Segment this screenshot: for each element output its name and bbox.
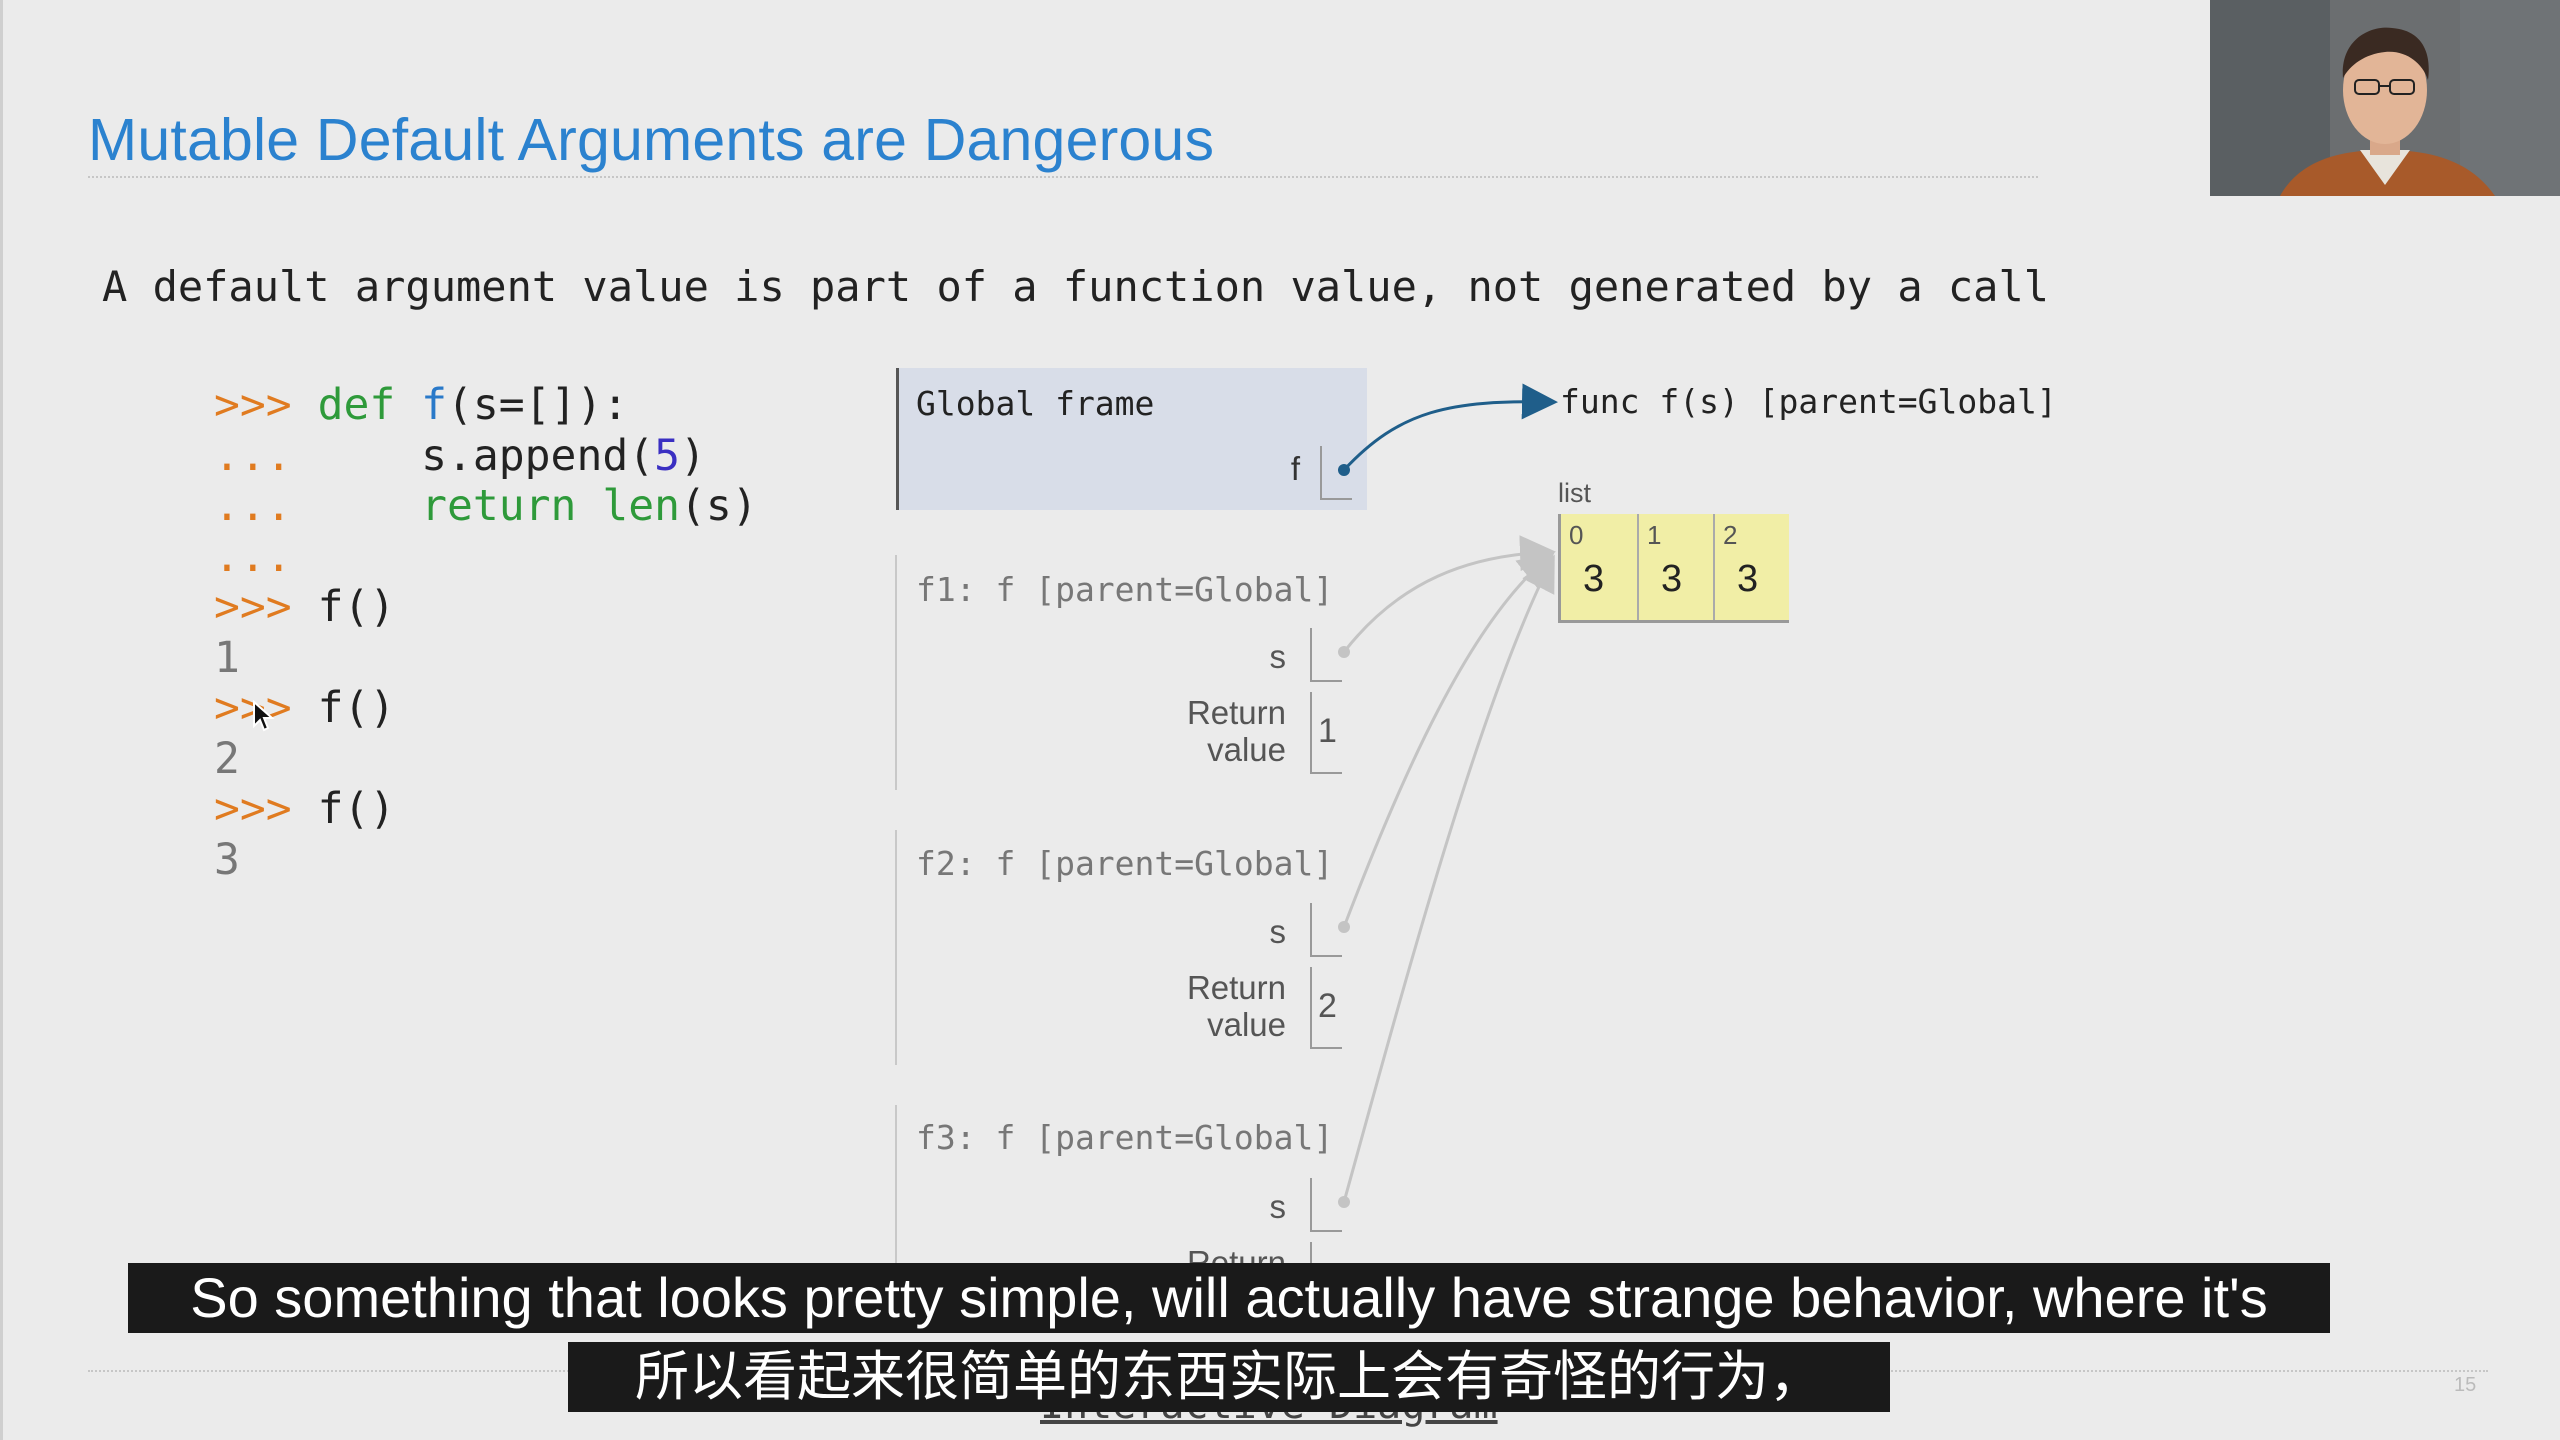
slide: Mutable Default Arguments are Dangerous … [0, 0, 2560, 1440]
webcam-overlay [2210, 0, 2560, 196]
arrow-f2-to-list [1342, 552, 1555, 928]
arrow-to-function [1342, 383, 1558, 472]
subtitle-chinese: 所以看起来很简单的东西实际上会有奇怪的行为， [568, 1342, 1890, 1412]
subtitle-english: So something that looks pretty simple, w… [128, 1263, 2330, 1333]
pointer-arrows [1338, 383, 1558, 1208]
page-number: 15 [2454, 1374, 2477, 1396]
presenter-video [2210, 0, 2560, 196]
arrow-f3-to-list [1342, 554, 1555, 1203]
mouse-pointer-icon [252, 699, 278, 739]
